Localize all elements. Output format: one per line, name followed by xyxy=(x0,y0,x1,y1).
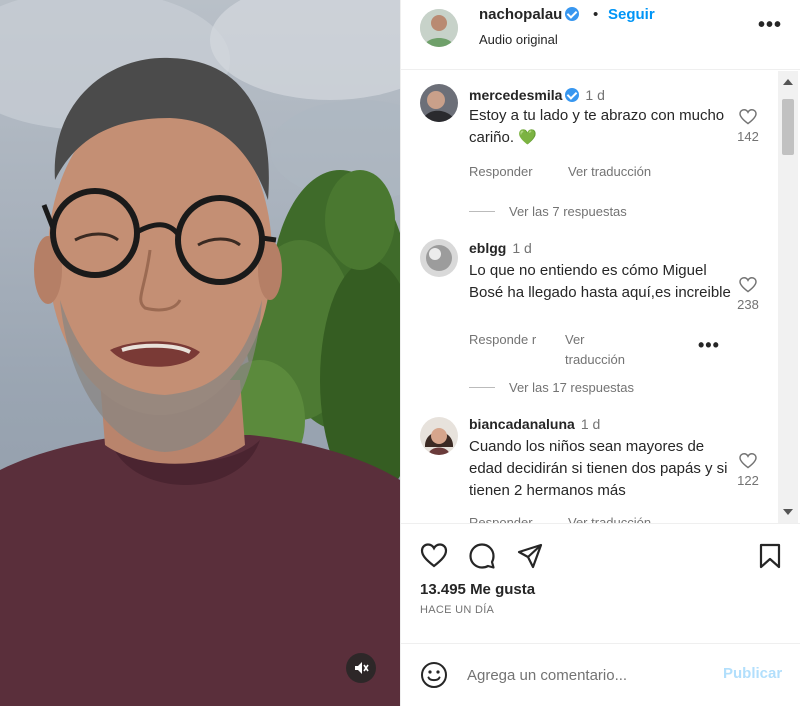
comment-time[interactable]: 1 d xyxy=(585,87,604,103)
comment-composer: Publicar xyxy=(401,643,800,706)
commenter-avatar-image xyxy=(420,84,458,122)
reply-button[interactable]: Responder xyxy=(469,515,533,523)
like-count: 142 xyxy=(737,129,759,144)
more-horizontal-icon[interactable]: ••• xyxy=(758,14,782,37)
comment-header: eblgg 1 d xyxy=(469,240,532,256)
bookmark-icon[interactable] xyxy=(756,542,784,570)
like-count: 122 xyxy=(737,473,759,488)
comment-header: mercedesmila 1 d xyxy=(469,87,605,103)
audio-label[interactable]: Audio original xyxy=(479,32,558,47)
comment-text: Cuando los niños sean mayores de edad de… xyxy=(469,438,728,499)
comment-input[interactable] xyxy=(467,663,707,687)
comment-like: 142 xyxy=(735,109,761,144)
send-icon[interactable] xyxy=(516,542,544,570)
mute-button[interactable] xyxy=(346,653,376,683)
avatar[interactable] xyxy=(420,239,458,277)
post-username[interactable]: nachopalau xyxy=(479,6,580,23)
likes-count[interactable]: 13.495 Me gusta xyxy=(420,581,535,598)
view-replies-button[interactable]: Ver las 7 respuestas xyxy=(469,204,627,219)
comment-icon[interactable] xyxy=(468,542,496,570)
separator-dot: • xyxy=(593,6,599,23)
comment-text: Lo que no entiendo es cómo Miguel Bosé h… xyxy=(469,262,731,301)
scroll-down-icon[interactable] xyxy=(783,509,793,515)
scrollbar-thumb[interactable] xyxy=(782,99,794,155)
reply-button[interactable]: Responde r xyxy=(469,330,539,350)
heart-icon[interactable] xyxy=(739,277,757,293)
post-header: nachopalau • Seguir Audio original ••• xyxy=(401,0,800,70)
translate-button[interactable]: Ver traducción xyxy=(565,330,645,370)
comment-options-icon[interactable]: ••• xyxy=(698,335,720,356)
heart-icon[interactable] xyxy=(739,453,757,469)
post-panel: nachopalau • Seguir Audio original ••• m… xyxy=(400,0,800,706)
like-count: 238 xyxy=(737,297,759,312)
avatar[interactable] xyxy=(420,417,458,455)
verified-icon xyxy=(565,88,580,102)
avatar-image xyxy=(420,9,458,47)
translate-button[interactable]: Ver traducción xyxy=(568,164,651,179)
comment-like: 238 xyxy=(735,277,761,312)
username-text[interactable]: nachopalau xyxy=(479,6,562,23)
publish-button[interactable]: Publicar xyxy=(723,665,782,682)
comment-username[interactable]: biancadanaluna xyxy=(469,416,575,432)
comment-username[interactable]: mercedesmila xyxy=(469,87,562,103)
likes-number: 13.495 xyxy=(420,581,466,598)
comment-header: biancadanaluna 1 d xyxy=(469,416,600,432)
speaker-muted-icon xyxy=(355,662,369,674)
post-actions: 13.495 Me gusta HACE UN DÍA xyxy=(401,523,800,643)
comments-scrollbar[interactable] xyxy=(778,71,798,523)
avatar[interactable] xyxy=(420,84,458,122)
comment-item: eblgg 1 d Lo que no entiendo es cómo Migu… xyxy=(401,231,778,403)
comment-item: mercedesmila 1 d Estoy a tu lado y te abr… xyxy=(401,71,778,231)
view-replies-button[interactable]: Ver las 17 respuestas xyxy=(469,380,634,395)
reply-button[interactable]: Responder xyxy=(469,164,533,179)
comment-username[interactable]: eblgg xyxy=(469,240,506,256)
comments-list[interactable]: mercedesmila 1 d Estoy a tu lado y te abr… xyxy=(401,71,800,523)
video-frame xyxy=(0,0,400,706)
video-player[interactable] xyxy=(0,0,400,706)
commenter-avatar-image xyxy=(420,239,458,277)
comment-time[interactable]: 1 d xyxy=(512,240,531,256)
likes-suffix: Me gusta xyxy=(470,581,536,598)
comment-like: 122 xyxy=(735,453,761,488)
verified-icon xyxy=(565,7,580,21)
heart-icon[interactable] xyxy=(739,109,757,125)
translate-button[interactable]: Ver traducción xyxy=(568,515,651,523)
emoji-icon[interactable] xyxy=(420,661,448,689)
comment-text: Estoy a tu lado y te abrazo con mucho ca… xyxy=(469,107,725,146)
comment-time[interactable]: 1 d xyxy=(581,416,600,432)
commenter-avatar-image xyxy=(420,417,458,455)
comment-item: biancadanaluna 1 d Cuando los niños sean … xyxy=(401,403,778,523)
heart-icon[interactable] xyxy=(420,542,448,570)
scroll-up-icon[interactable] xyxy=(783,79,793,85)
post-timestamp[interactable]: HACE UN DÍA xyxy=(420,604,494,616)
follow-button[interactable]: Seguir xyxy=(608,6,655,23)
avatar[interactable] xyxy=(420,9,458,47)
